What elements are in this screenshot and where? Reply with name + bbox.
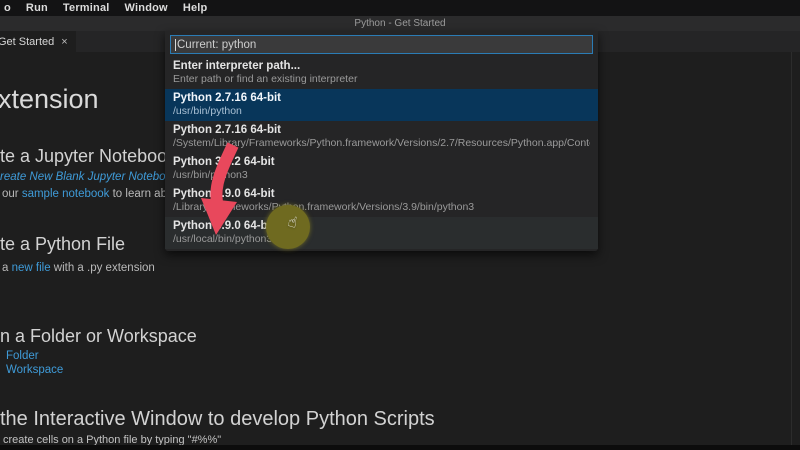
editor-right-edge <box>791 31 792 445</box>
quickpick-item-detail: Enter path or find an existing interpret… <box>173 73 590 86</box>
text-caret <box>175 39 176 51</box>
tab-label: Get Started <box>0 36 54 48</box>
quickpick-item-python-2716-usr-bin[interactable]: Python 2.7.16 64-bit /usr/bin/python <box>165 89 598 121</box>
title-bar: Python - Get Started <box>0 16 800 31</box>
link-open-workspace[interactable]: Workspace <box>6 364 63 376</box>
section-title-folder-workspace: n a Folder or Workspace <box>0 326 197 347</box>
menu-item-help[interactable]: Help <box>183 2 208 14</box>
red-arrow-annotation <box>192 142 248 238</box>
bottom-letterbox <box>0 445 800 450</box>
interpreter-input-value: Current: python <box>177 39 256 51</box>
quickpick-item-detail: /usr/bin/python <box>173 105 590 118</box>
section-title-jupyter-notebook: te a Jupyter Notebook <box>0 146 176 167</box>
cursor-highlight: ☝ <box>266 205 310 249</box>
menu-item-window[interactable]: Window <box>125 2 168 14</box>
tab-get-started[interactable]: Get Started × <box>0 31 76 52</box>
quickpick-item-label: Enter interpreter path... <box>173 59 590 73</box>
link-open-folder[interactable]: Folder <box>6 350 39 362</box>
menu-item-run[interactable]: Run <box>26 2 48 14</box>
window-title: Python - Get Started <box>354 18 445 29</box>
page-title: xtension <box>0 84 99 115</box>
menu-item-go[interactable]: o <box>4 2 11 14</box>
section-title-interactive-window: the Interactive Window to develop Python… <box>0 408 435 431</box>
tab-close-icon[interactable]: × <box>61 36 67 48</box>
section-title-python-file: te a Python File <box>0 234 125 255</box>
python-file-line-pre: a <box>2 262 12 274</box>
interpreter-search-input[interactable]: Current: python <box>170 35 593 54</box>
quickpick-item-label: Python 2.7.16 64-bit <box>173 123 590 137</box>
hand-pointer-icon: ☝ <box>286 212 299 232</box>
link-new-file[interactable]: new file <box>12 262 51 274</box>
python-file-line-rest: with a .py extension <box>51 262 155 274</box>
quickpick-item-label: Python 2.7.16 64-bit <box>173 91 590 105</box>
link-create-new-blank-jupyter-notebook[interactable]: reate New Blank Jupyter Notebook <box>0 171 178 183</box>
python-file-line: a new file with a .py extension <box>2 262 155 274</box>
menu-item-terminal[interactable]: Terminal <box>63 2 110 14</box>
menu-bar: o Run Terminal Window Help <box>0 0 800 16</box>
quickpick-item-enter-interpreter-path[interactable]: Enter interpreter path... Enter path or … <box>165 57 598 89</box>
link-sample-notebook[interactable]: sample notebook <box>22 188 110 200</box>
jupyter-line-2-pre: our <box>2 188 22 200</box>
vscode-window: o Run Terminal Window Help Python - Get … <box>0 0 800 450</box>
